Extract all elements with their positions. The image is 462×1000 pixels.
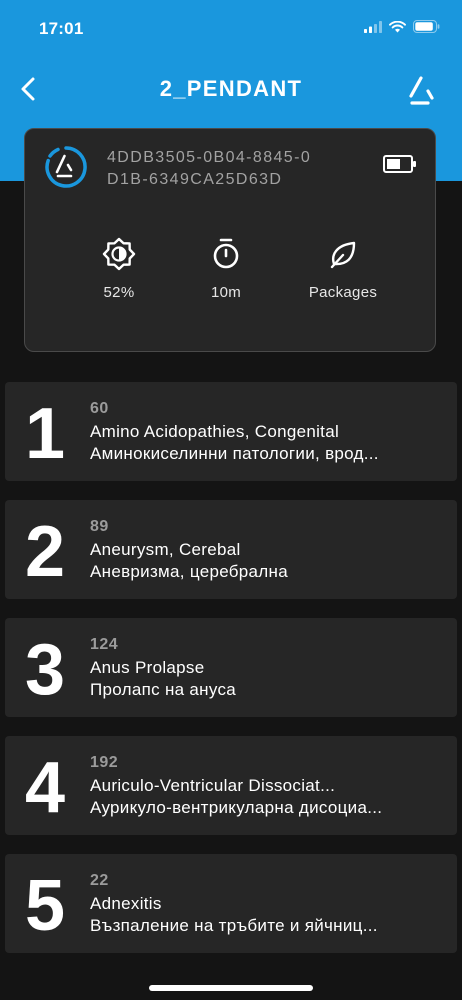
- timer-label: 10m: [210, 284, 242, 301]
- list-item-count: 22: [90, 872, 109, 889]
- list-item[interactable]: 4 192 Auriculo-Ventricular Dissociat... …: [5, 736, 457, 835]
- list-item-count: 124: [90, 636, 119, 653]
- condition-list: 1 60 Amino Acidopathies, Congenital Амин…: [5, 382, 457, 972]
- list-item-title-bg: Аминокиселинни патологии, врод...: [90, 444, 379, 463]
- list-item-title-bg: Аурикуло-вентрикуларна дисоциа...: [90, 798, 383, 817]
- timer-icon: [213, 238, 239, 269]
- stat-timer: 10m: [166, 237, 286, 301]
- brightness-icon: [102, 237, 136, 271]
- list-item-rank: 1: [25, 394, 66, 474]
- device-id-line-2: D1B-6349CA25D63D: [107, 171, 283, 188]
- stat-brightness: 52%: [59, 237, 179, 301]
- list-item-title-bg: Аневризма, церебрална: [90, 562, 288, 581]
- list-item-title-bg: Пролапс на ануса: [90, 680, 237, 699]
- list-item-title-en: Amino Acidopathies, Congenital: [90, 422, 340, 441]
- battery-icon: [383, 155, 416, 173]
- list-item-rank: 4: [25, 748, 66, 828]
- wifi-icon: [389, 20, 406, 32]
- list-item-count: 60: [90, 400, 109, 417]
- leaf-icon: [330, 241, 356, 269]
- list-item-count: 89: [90, 518, 109, 535]
- list-item-count: 192: [90, 754, 119, 771]
- list-item[interactable]: 2 89 Aneurysm, Cerebal Аневризма, церебр…: [5, 500, 457, 599]
- list-item[interactable]: 3 124 Anus Prolapse Пролапс на ануса: [5, 618, 457, 717]
- device-card: 4DDB3505-0B04-8845-0 D1B-6349CA25D63D 52…: [24, 128, 436, 352]
- battery-status-icon: [413, 20, 440, 33]
- brand-logo-icon[interactable]: [408, 76, 438, 106]
- stat-packages: Packages: [283, 237, 403, 301]
- page-title: 2_PENDANT: [159, 76, 303, 101]
- brightness-label: 52%: [103, 284, 135, 301]
- list-item-title-en: Adnexitis: [90, 894, 162, 913]
- device-id-line-1: 4DDB3505-0B04-8845-0: [107, 149, 312, 166]
- list-item[interactable]: 5 22 Adnexitis Възпаление на тръбите и я…: [5, 854, 457, 953]
- home-indicator[interactable]: [149, 985, 313, 991]
- list-item-title-bg: Възпаление на тръбите и яйчниц...: [90, 916, 378, 935]
- status-icons: [364, 20, 440, 33]
- list-item[interactable]: 1 60 Amino Acidopathies, Congenital Амин…: [5, 382, 457, 481]
- list-item-title-en: Auriculo-Ventricular Dissociat...: [90, 776, 336, 795]
- signal-icon: [364, 20, 382, 33]
- status-time: 17:01: [39, 19, 84, 38]
- list-item-title-en: Aneurysm, Cerebal: [90, 540, 241, 559]
- device-id: 4DDB3505-0B04-8845-0 D1B-6349CA25D63D: [107, 147, 367, 191]
- list-item-rank: 2: [25, 512, 66, 592]
- list-item-rank: 5: [25, 866, 66, 946]
- list-item-title-en: Anus Prolapse: [90, 658, 205, 677]
- brand-circle-logo-icon: [45, 146, 87, 188]
- packages-label: Packages: [308, 284, 378, 301]
- list-item-rank: 3: [25, 630, 66, 710]
